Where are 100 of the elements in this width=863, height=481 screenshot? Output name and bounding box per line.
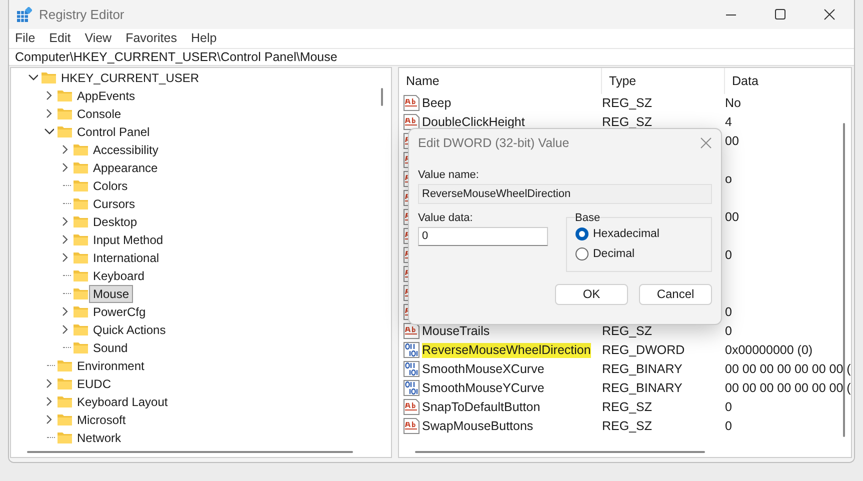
expand-chevron-icon[interactable]	[60, 144, 70, 156]
folder-icon	[57, 124, 73, 140]
tree-item[interactable]: International	[89, 248, 164, 267]
value-type: REG_SZ	[602, 324, 652, 338]
column-header[interactable]: Type	[602, 68, 725, 94]
close-icon[interactable]	[824, 9, 835, 20]
tree-item[interactable]: Microsoft	[73, 410, 130, 429]
folder-icon	[73, 160, 89, 176]
dialog-button[interactable]: OK	[555, 284, 628, 305]
value-name[interactable]: SmoothMouseYCurve	[422, 380, 544, 396]
value-data: 00 00 00 00 00 00 00 (	[725, 380, 851, 395]
expand-chevron-icon[interactable]	[44, 108, 54, 120]
tree-item[interactable]: Keyboard Layout	[73, 392, 172, 411]
value-name-field[interactable]: ReverseMouseWheelDirection	[418, 184, 712, 204]
menu-item[interactable]: Edit	[49, 31, 71, 46]
expand-chevron-icon[interactable]	[44, 396, 54, 408]
folder-icon	[57, 358, 73, 374]
value-data-field[interactable]: 0	[418, 226, 548, 246]
expand-chevron-icon[interactable]	[44, 90, 54, 102]
tree-item[interactable]: Quick Actions	[89, 320, 170, 339]
tree-item[interactable]: PowerCfg	[89, 302, 150, 321]
folder-icon	[73, 250, 89, 266]
column-header[interactable]: Data	[725, 68, 851, 94]
radio-button[interactable]	[575, 226, 589, 241]
folder-icon	[73, 232, 89, 248]
value-type: REG_BINARY	[602, 380, 682, 395]
tree-item[interactable]: Keyboard	[89, 266, 148, 285]
group-label: Base	[575, 212, 600, 224]
value-name[interactable]: SmoothMouseXCurve	[422, 362, 544, 377]
folder-icon	[73, 268, 89, 284]
tree-item[interactable]: Cursors	[89, 194, 140, 213]
value-data: 4	[725, 114, 732, 129]
tree-item[interactable]: Colors	[89, 176, 132, 195]
scrollbar[interactable]	[381, 88, 383, 106]
value-data: 0x00000000 (0)	[725, 342, 813, 357]
value-data: 00 00 00 00 00 00 00 (	[725, 362, 851, 376]
address-bar[interactable]: Computer\HKEY_CURRENT_USER\Control Panel\Mouse	[9, 48, 854, 66]
scrollbar[interactable]	[843, 122, 845, 437]
folder-icon	[73, 214, 89, 230]
folder-icon	[73, 340, 89, 356]
folder-icon	[73, 322, 89, 338]
tree-item[interactable]: Environment	[73, 356, 148, 375]
folder-icon	[73, 142, 89, 158]
folder-icon	[57, 376, 73, 392]
expand-chevron-icon[interactable]	[60, 216, 70, 228]
expand-chevron-icon[interactable]	[44, 378, 54, 390]
value-name[interactable]: DoubleClickHeight	[422, 114, 525, 130]
menu-item[interactable]: Favorites	[126, 31, 177, 46]
tree-item[interactable]: Console	[73, 104, 126, 123]
expand-chevron-icon[interactable]	[60, 324, 70, 336]
tree-item[interactable]: Desktop	[89, 212, 142, 231]
folder-icon	[41, 70, 57, 86]
maximize-icon[interactable]	[775, 9, 786, 20]
value-name[interactable]: SwapMouseButtons	[422, 418, 534, 434]
scrollbar[interactable]	[415, 450, 705, 453]
expand-chevron-icon[interactable]	[60, 162, 70, 174]
value-name[interactable]: SnapToDefaultButton	[422, 400, 540, 415]
value-data: o	[725, 172, 732, 186]
expand-chevron-icon[interactable]	[60, 306, 70, 318]
value-type: REG_SZ	[602, 418, 652, 433]
scrollbar[interactable]	[27, 450, 353, 453]
folder-icon	[57, 412, 73, 428]
tree-item[interactable]: AppEvents	[73, 86, 140, 105]
value-name[interactable]: Beep	[422, 96, 452, 111]
tree-item[interactable]: Appearance	[89, 158, 162, 177]
tree-item[interactable]: EUDC	[73, 374, 116, 393]
value-data: 0	[725, 248, 732, 262]
value-type: REG_DWORD	[602, 342, 685, 357]
value-type: REG_SZ	[602, 96, 652, 110]
value-type: REG_BINARY	[602, 362, 682, 376]
value-data: 00	[725, 134, 739, 148]
tree-item[interactable]: HKEY_CURRENT_USER	[57, 68, 204, 87]
menu-item[interactable]: File	[15, 31, 36, 46]
folder-icon	[57, 394, 73, 410]
folder-icon	[73, 304, 89, 320]
tree-item[interactable]: Sound	[89, 338, 132, 357]
menu-item[interactable]: View	[84, 31, 112, 46]
radio-button[interactable]	[575, 246, 589, 261]
expand-chevron-icon[interactable]	[60, 234, 70, 246]
expand-chevron-icon[interactable]	[44, 414, 54, 426]
tree-item[interactable]: Accessibility	[89, 140, 162, 159]
value-name[interactable]: MouseTrails	[422, 324, 490, 339]
dialog-title: Edit DWORD (32-bit) Value	[418, 136, 570, 150]
folder-icon	[57, 88, 73, 104]
folder-icon	[57, 106, 73, 122]
radio-label: Decimal	[593, 248, 635, 260]
tree-item[interactable]: Control Panel	[73, 122, 154, 141]
folder-icon	[57, 430, 73, 446]
tree-item[interactable]: Mouse	[89, 284, 134, 303]
dialog-button[interactable]: Cancel	[639, 284, 712, 305]
value-name[interactable]: ReverseMouseWheelDirection	[422, 342, 591, 358]
menu-item[interactable]: Help	[190, 31, 217, 46]
folder-icon	[73, 178, 89, 194]
column-header[interactable]: Name	[399, 68, 602, 94]
value-data: 0	[725, 418, 732, 433]
value-data: No	[725, 96, 741, 110]
tree-item[interactable]: Network	[73, 428, 126, 447]
field-label: Value name:	[418, 168, 480, 181]
expand-chevron-icon[interactable]	[60, 252, 70, 264]
tree-item[interactable]: Input Method	[89, 230, 168, 249]
